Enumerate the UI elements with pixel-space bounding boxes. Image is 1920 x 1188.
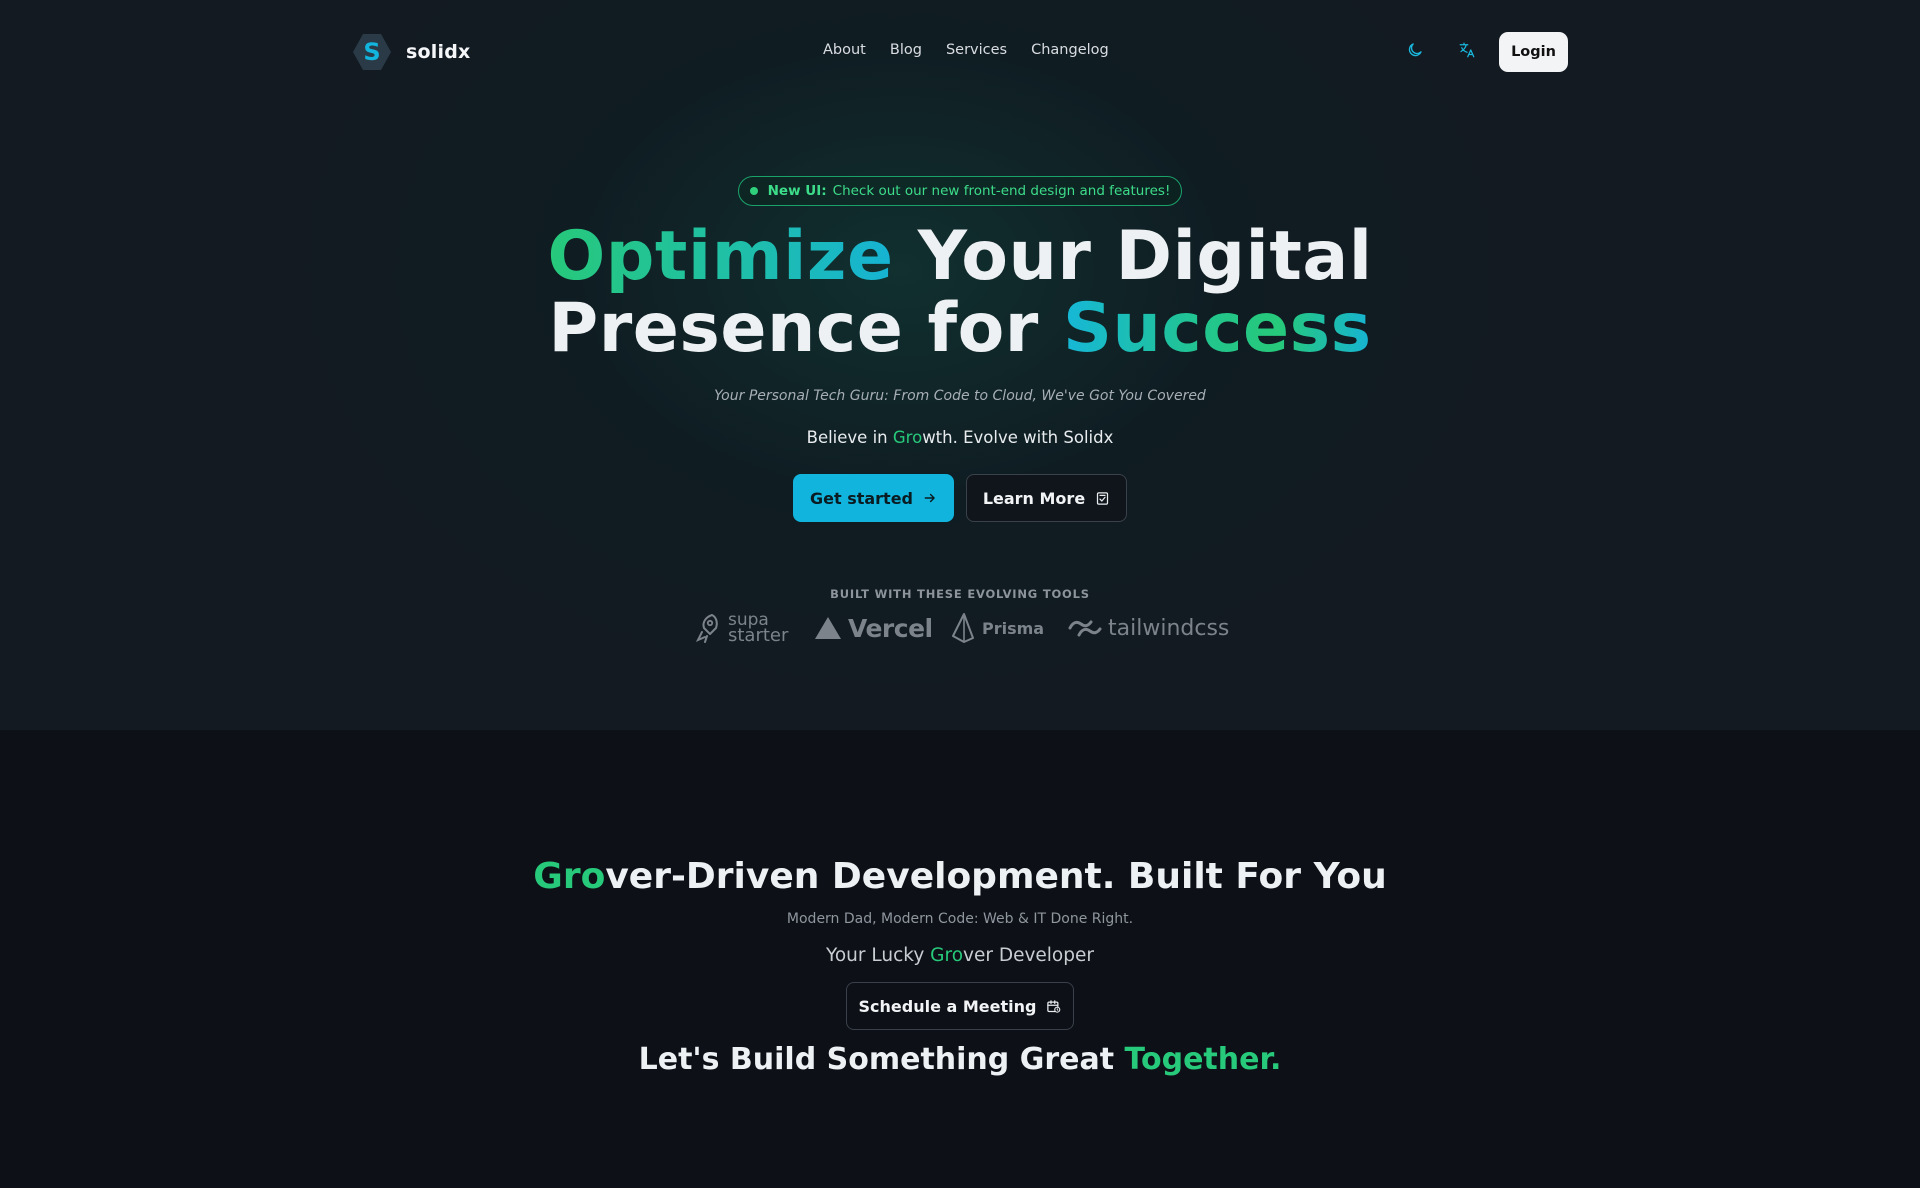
calendar-clock-icon <box>1047 999 1061 1013</box>
tool-vercel: Vercel <box>814 614 950 643</box>
badge-strong: New UI: <box>767 183 827 199</box>
nav-blog[interactable]: Blog <box>890 42 922 58</box>
tool-supastarter: supa starter <box>694 612 814 646</box>
tailwindcss-text: tailwindcss <box>1108 615 1230 641</box>
announcement-badge[interactable]: New UI: Check out our new front-end desi… <box>738 176 1182 206</box>
tool-tailwindcss: tailwindcss <box>1068 616 1238 641</box>
nav-about[interactable]: About <box>823 42 866 58</box>
get-started-label: Get started <box>809 488 913 508</box>
translate-icon <box>1459 42 1475 58</box>
section-title: Grover-Driven Development. Built For You <box>0 856 1920 897</box>
theme-toggle-button[interactable] <box>1403 38 1427 62</box>
headline-accent-optimize: Optimize <box>547 217 894 296</box>
hero-believe-text: Believe in Growth. Evolve with Solidx <box>0 428 1920 447</box>
lucky-prefix: Your Lucky <box>826 945 931 966</box>
brand-name: solidx <box>406 41 471 63</box>
main-nav: About Blog Services Changelog <box>823 42 1109 58</box>
cta-heading: Let's Build Something Great Together. <box>0 1042 1920 1077</box>
schedule-meeting-label: Schedule a Meeting <box>858 996 1037 1016</box>
tools-logos: supa starter Vercel Prisma tailwindcss <box>694 612 1238 646</box>
nav-services[interactable]: Services <box>946 42 1007 58</box>
lucky-developer-text: Your Lucky Grover Developer <box>0 945 1920 966</box>
cta-accent: Together. <box>1124 1042 1282 1077</box>
headline-accent-success: Success <box>1063 289 1372 368</box>
believe-prefix: Believe in <box>806 428 893 447</box>
headline-line1-rest: Your Digital <box>893 217 1373 296</box>
believe-accent: Gro <box>892 428 923 447</box>
section-title-accent: Gro <box>533 856 606 897</box>
built-with-label: BUILT WITH THESE EVOLVING TOOLS <box>830 587 1090 601</box>
learn-more-button[interactable]: Learn More <box>966 474 1127 522</box>
svg-text:S: S <box>363 38 380 66</box>
tool-prisma: Prisma <box>950 612 1068 644</box>
moon-icon <box>1408 43 1422 57</box>
hero-headline-line1: Optimize Your Digital <box>0 221 1920 293</box>
prisma-icon <box>952 613 974 643</box>
section-subtitle: Modern Dad, Modern Code: Web & IT Done R… <box>786 911 1134 927</box>
status-dot-icon <box>749 187 758 195</box>
arrow-right-icon <box>924 493 935 503</box>
tailwind-wave-icon <box>1068 620 1102 637</box>
headline-line2-start: Presence for <box>548 289 1064 368</box>
language-button[interactable] <box>1455 38 1479 62</box>
hero-headline-line2: Presence for Success <box>0 293 1920 365</box>
login-button[interactable]: Login <box>1499 32 1568 72</box>
lucky-accent: Gro <box>930 945 964 966</box>
starter-text: starter <box>728 625 789 646</box>
get-started-button[interactable]: Get started <box>793 474 954 522</box>
badge-text: Check out our new front-end design and f… <box>832 183 1171 199</box>
brand-logo[interactable]: S solidx <box>352 32 470 72</box>
learn-more-label: Learn More <box>982 488 1086 508</box>
lucky-suffix: ver Developer <box>963 945 1094 966</box>
cta-text: Let's Build Something Great <box>638 1042 1125 1077</box>
vercel-text: Vercel <box>848 613 933 643</box>
believe-suffix: wth. Evolve with Solidx <box>922 428 1114 447</box>
prisma-text: Prisma <box>982 618 1045 638</box>
schedule-meeting-button[interactable]: Schedule a Meeting <box>846 982 1074 1030</box>
section-title-rest: ver-Driven Development. Built For You <box>605 856 1387 897</box>
logo-hexagon-icon: S <box>353 34 391 70</box>
rocket-icon <box>695 614 718 643</box>
nav-changelog[interactable]: Changelog <box>1031 42 1109 58</box>
hero-tagline: Your Personal Tech Guru: From Code to Cl… <box>714 388 1206 404</box>
document-check-icon <box>1097 491 1109 505</box>
vercel-triangle-icon <box>815 617 841 639</box>
